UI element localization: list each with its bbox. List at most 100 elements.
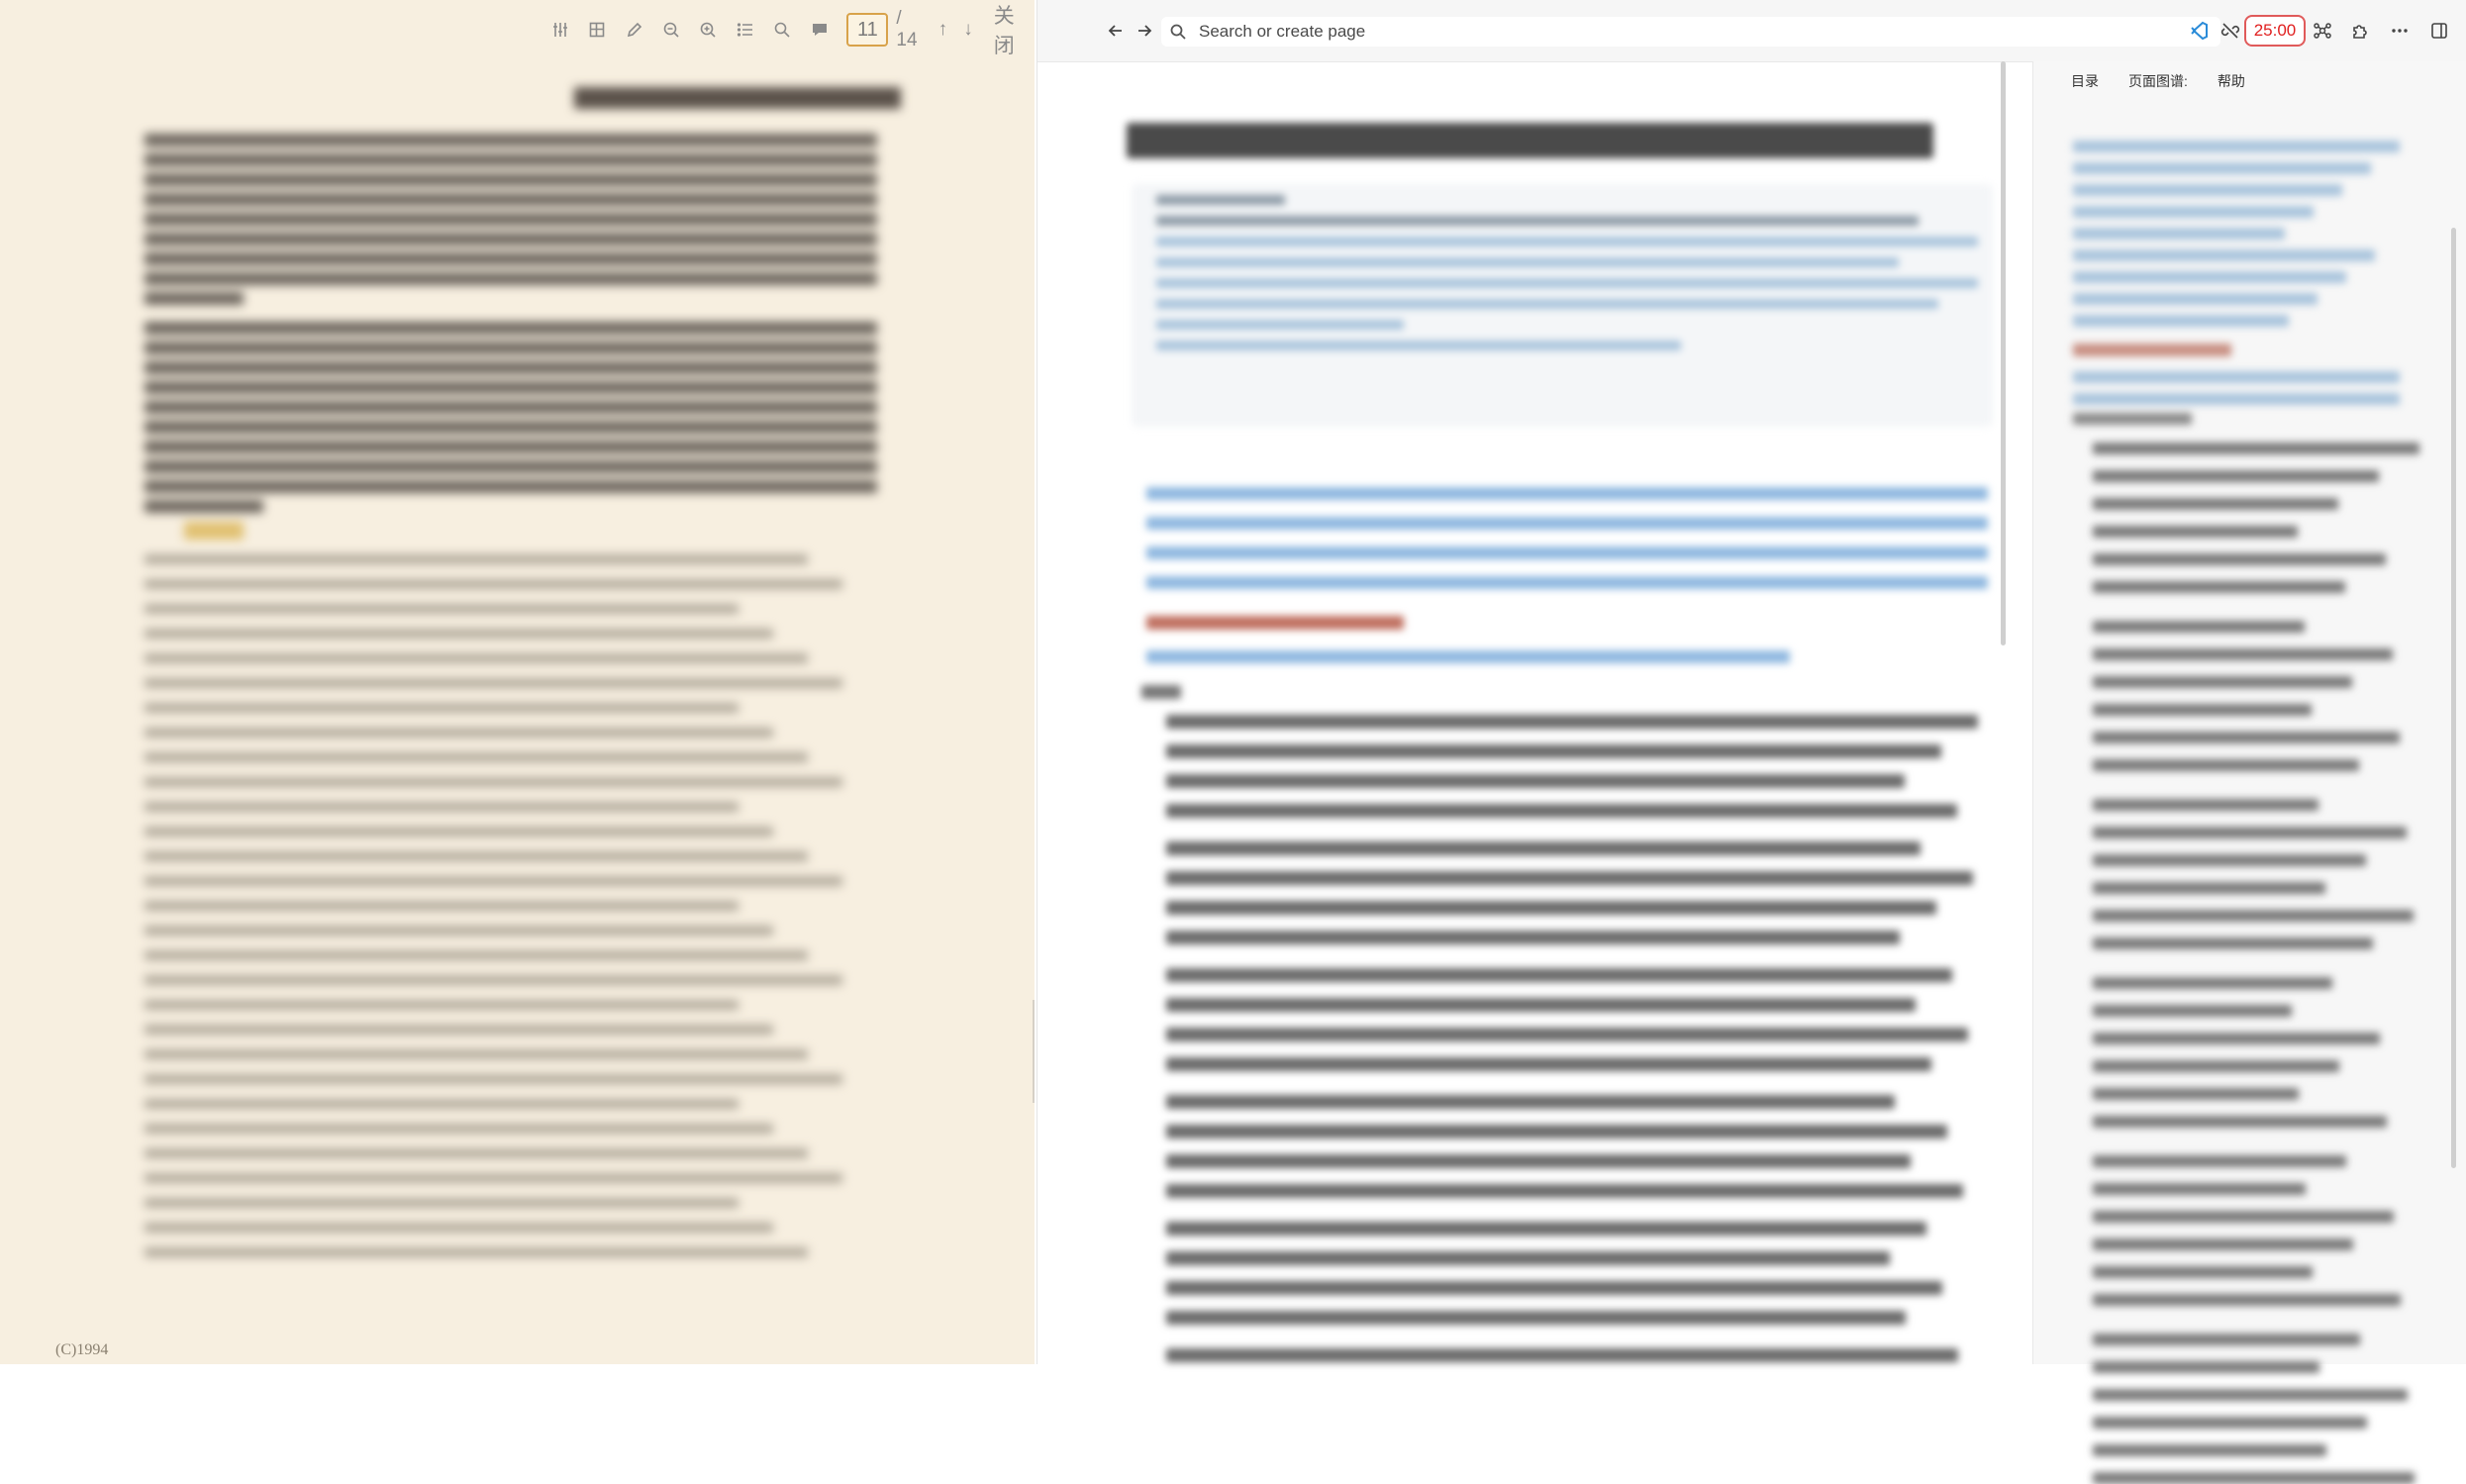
body-text-line — [1166, 1095, 1895, 1109]
right-sidebar: 目录 页面图谱: 帮助 — [2032, 61, 2466, 1484]
body-text-line — [1166, 1184, 1963, 1198]
sidebar-toggle-icon[interactable] — [2426, 18, 2452, 44]
pdf-reference-line — [145, 629, 773, 639]
arrow-right-icon[interactable] — [1132, 18, 1157, 44]
main-scrollbar[interactable] — [2001, 61, 2006, 645]
arrow-left-icon[interactable] — [1103, 18, 1129, 44]
outline-text-line — [2093, 1472, 2415, 1484]
property-line — [1156, 195, 1285, 205]
zoom-out-icon[interactable] — [655, 14, 686, 46]
page-total: / 14 — [896, 8, 918, 50]
outline-text-line — [2093, 827, 2407, 839]
pdf-text-line — [145, 500, 263, 513]
pdf-reference-line — [145, 1099, 739, 1109]
pdf-toolbar: / 14 ↑ ↓ 关闭 — [544, 5, 1035, 57]
search-icon — [1169, 21, 1191, 43]
pdf-text-line — [145, 421, 877, 434]
pdf-text-line — [145, 460, 877, 473]
pdf-reference-line — [145, 1124, 773, 1134]
sliders-icon[interactable] — [544, 14, 575, 46]
body-text-line — [1166, 1311, 1906, 1325]
pdf-reference-line — [145, 1148, 808, 1158]
outline-link-line — [2073, 271, 2346, 283]
pencil-icon[interactable] — [619, 14, 649, 46]
pane-resize-handle[interactable] — [1033, 1000, 1035, 1103]
body-text-line — [1166, 1028, 1968, 1041]
outline-text-line — [2093, 1211, 2394, 1223]
pdf-reference-line — [145, 827, 773, 837]
pdf-text-line — [145, 441, 877, 453]
body-text-line — [1166, 968, 1952, 982]
body-text-line — [1166, 901, 1936, 915]
more-icon[interactable] — [2387, 18, 2413, 44]
search-input[interactable] — [1197, 21, 2191, 43]
close-pdf-button[interactable]: 关闭 — [994, 0, 1035, 59]
property-line — [1156, 237, 1978, 247]
tab-toc[interactable]: 目录 — [2071, 71, 2099, 91]
tab-help[interactable]: 帮助 — [2218, 71, 2245, 91]
tab-page-graph[interactable]: 页面图谱: — [2128, 71, 2188, 91]
pdf-reference-line — [145, 752, 808, 762]
page-number-input[interactable] — [846, 13, 889, 47]
vscode-icon[interactable] — [2186, 18, 2212, 44]
puzzle-icon[interactable] — [2347, 18, 2373, 44]
outline-link-line — [2073, 249, 2375, 261]
body-text-line — [1166, 1348, 1958, 1362]
property-line — [1156, 257, 1899, 267]
property-line — [1156, 278, 1978, 288]
list-icon[interactable] — [730, 14, 760, 46]
pdf-reference-line — [145, 926, 773, 936]
outline-text-line — [2093, 938, 2373, 949]
sidebar-scrollbar[interactable] — [2451, 228, 2456, 1168]
pdf-copyright-footer: (C)1994 — [55, 1341, 109, 1358]
citation-link-line — [1146, 517, 1988, 530]
pdf-reference-line — [145, 1025, 773, 1035]
zoom-in-icon[interactable] — [693, 14, 724, 46]
pdf-text-line — [145, 233, 877, 246]
outline-text-line — [2093, 1005, 2292, 1017]
pdf-reference-line — [145, 1049, 808, 1059]
next-page-button[interactable]: ↓ — [958, 19, 978, 41]
body-text-line — [1166, 1125, 1947, 1138]
outline-text-line — [2093, 1060, 2339, 1072]
pdf-text-line — [145, 252, 877, 265]
pdf-text-line — [145, 272, 877, 285]
outline-link-line — [2073, 141, 2400, 152]
pdf-reference-line — [145, 604, 739, 614]
body-text-line — [1166, 1251, 1890, 1265]
pomodoro-timer[interactable]: 25:00 — [2244, 15, 2306, 47]
pdf-text-line — [145, 401, 877, 414]
pdf-text-line — [145, 153, 877, 166]
pdf-text-line — [145, 342, 877, 354]
outline-text-line — [2093, 470, 2379, 482]
image-icon[interactable] — [581, 14, 612, 46]
outline-text-line — [2093, 704, 2312, 716]
outline-text-line — [2093, 1361, 2319, 1373]
pdf-page-header — [574, 87, 901, 109]
search-bar[interactable] — [1161, 17, 2220, 47]
pdf-text-line — [145, 381, 877, 394]
graph-icon[interactable] — [2310, 18, 2335, 44]
outline-text-line — [2093, 1238, 2353, 1250]
page-title — [1127, 123, 1933, 158]
pdf-reference-line — [145, 1247, 808, 1257]
notes-app: 25:00 目录 页面图谱: 帮助 — [1036, 0, 2466, 1484]
outline-text-line — [2093, 1444, 2326, 1456]
body-text-line — [1166, 1222, 1926, 1236]
body-text-line — [1166, 715, 1978, 729]
pdf-reference-line — [145, 975, 842, 985]
comment-icon[interactable] — [804, 14, 835, 46]
outline-text-line — [2093, 498, 2338, 510]
body-text-line — [1166, 1057, 1931, 1071]
pdf-reference-line — [145, 1198, 739, 1208]
link-off-icon[interactable] — [2218, 18, 2243, 44]
pdf-reference-line — [145, 901, 739, 911]
body-text-line — [1166, 871, 1973, 885]
search-icon[interactable] — [767, 14, 798, 46]
outline-link-line — [2073, 315, 2289, 327]
pdf-text-line — [145, 292, 244, 305]
outline-text-line — [2093, 1033, 2380, 1044]
outline-text-line — [2093, 676, 2352, 688]
previous-page-button[interactable]: ↑ — [934, 19, 953, 41]
app-header: 25:00 — [1037, 0, 2466, 62]
